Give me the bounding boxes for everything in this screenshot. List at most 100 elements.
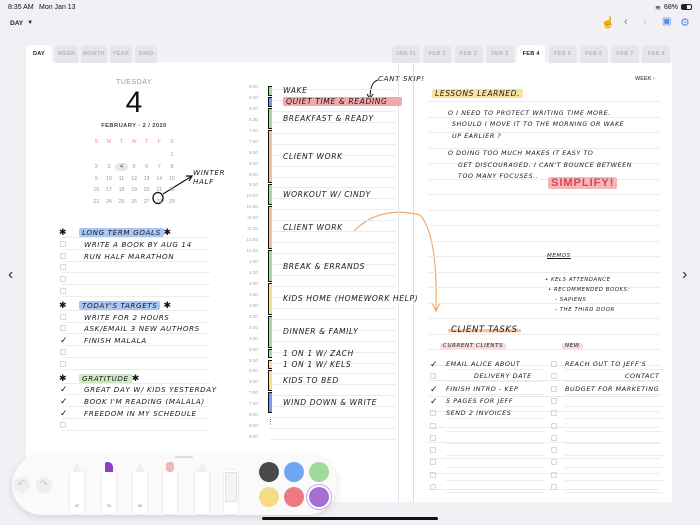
checkbox[interactable] <box>430 434 436 441</box>
event-label[interactable]: WIND DOWN & WRITE <box>283 398 377 407</box>
calendar-day[interactable]: 27 <box>140 198 153 206</box>
event-bar[interactable] <box>268 348 272 359</box>
event-bar[interactable] <box>268 250 272 282</box>
event-label[interactable]: 1 ON 1 W/ ZACH <box>283 349 354 358</box>
color-swatch[interactable] <box>259 487 279 507</box>
color-swatch[interactable] <box>284 487 304 507</box>
view-selector[interactable]: DAY ▼ <box>10 20 33 27</box>
previous-page-arrow-icon[interactable]: ‹ <box>8 266 13 284</box>
tab-day[interactable]: DAY <box>26 45 52 63</box>
date-tab[interactable]: FEB 4 <box>517 45 546 63</box>
calendar-day[interactable]: 6 <box>140 163 153 171</box>
event-bar[interactable] <box>268 315 272 348</box>
undo-icon[interactable]: ↶ <box>14 477 30 493</box>
color-swatch[interactable] <box>309 487 329 507</box>
event-bar[interactable] <box>268 282 272 315</box>
event-bar[interactable] <box>268 107 272 129</box>
checkbox[interactable] <box>60 288 66 294</box>
checkmark-icon[interactable]: ✓ <box>60 409 68 418</box>
checkmark-icon[interactable]: ✓ <box>60 385 68 394</box>
calendar-day[interactable]: 14 <box>153 175 166 183</box>
pen-tool[interactable]: 97 <box>70 462 84 514</box>
calendar-day[interactable]: 3 <box>103 163 116 171</box>
checkbox[interactable] <box>551 422 557 429</box>
checkbox[interactable] <box>430 484 436 490</box>
event-bar[interactable] <box>268 129 272 184</box>
calendar-day[interactable]: 19 <box>128 186 141 194</box>
checkbox[interactable] <box>60 252 66 259</box>
calendar-day[interactable]: 18 <box>115 186 128 194</box>
calendar-day[interactable]: 24 <box>103 198 116 206</box>
date-tab[interactable]: FEB 7 <box>611 45 640 63</box>
next-icon[interactable]: › <box>643 16 647 28</box>
checkbox[interactable] <box>60 325 66 332</box>
calendar-day[interactable]: 23 <box>90 198 103 206</box>
checkbox[interactable] <box>60 264 66 271</box>
checkbox[interactable] <box>60 349 66 355</box>
checkbox[interactable] <box>551 484 557 490</box>
touch-icon[interactable]: ☝ <box>601 16 615 29</box>
next-page-arrow-icon[interactable]: › <box>682 266 687 284</box>
event-bar[interactable] <box>268 86 272 96</box>
checkbox[interactable] <box>60 276 66 283</box>
calendar-day[interactable]: 16 <box>90 186 103 194</box>
date-tab[interactable]: FEB 3 <box>485 45 514 63</box>
calendar-day[interactable]: 22 <box>166 186 179 194</box>
date-tab[interactable]: FEB 5 <box>548 45 577 63</box>
checkbox[interactable] <box>551 361 557 367</box>
event-bar[interactable] <box>268 392 272 414</box>
event-bar[interactable] <box>268 206 272 250</box>
checkbox[interactable] <box>551 373 557 380</box>
checkmark-icon[interactable]: ✓ <box>60 397 68 406</box>
calendar-day[interactable]: 29 <box>166 198 179 206</box>
event-label[interactable]: CLIENT WORK <box>283 152 343 161</box>
tab-year[interactable]: YEAR <box>110 45 132 63</box>
redo-icon[interactable]: ↷ <box>36 477 52 493</box>
tab-grid[interactable]: GRID <box>135 45 157 63</box>
date-tab[interactable]: FEB 2 <box>454 45 483 63</box>
calendar-day[interactable]: 2 <box>90 163 103 171</box>
event-bar[interactable] <box>268 359 272 370</box>
event-label[interactable]: BREAK & ERRANDS <box>283 262 365 271</box>
eraser-tool[interactable] <box>163 462 177 514</box>
calendar-day[interactable]: 12 <box>128 175 141 183</box>
checkbox[interactable] <box>551 385 557 392</box>
calendar-day[interactable]: 13 <box>140 175 153 183</box>
calendar-day[interactable]: 11 <box>115 175 128 183</box>
ruler-tool[interactable] <box>224 470 238 514</box>
date-tab[interactable]: FEB 1 <box>423 45 452 63</box>
event-label[interactable]: BREAKFAST & READY <box>283 114 374 123</box>
checkbox[interactable] <box>551 471 557 478</box>
calendar-day[interactable]: 8 <box>166 163 179 171</box>
calendar-day[interactable]: 17 <box>103 186 116 194</box>
tab-month[interactable]: MONTH <box>81 45 107 63</box>
event-label[interactable]: WORKOUT W/ CINDY <box>283 190 371 199</box>
checkmark-icon[interactable]: ✓ <box>60 336 68 345</box>
calendar-day[interactable]: 20 <box>140 186 153 194</box>
previous-icon[interactable]: ‹ <box>624 16 628 28</box>
checkmark-icon[interactable]: ✓ <box>430 384 438 393</box>
checkbox[interactable] <box>430 422 436 429</box>
checkmark-icon[interactable]: ✓ <box>430 396 438 405</box>
checkbox[interactable] <box>60 313 66 320</box>
checkbox[interactable] <box>551 397 557 404</box>
calendar-day[interactable]: 25 <box>115 198 128 206</box>
color-swatch[interactable] <box>309 462 329 482</box>
event-bar[interactable] <box>268 96 272 107</box>
calendar-icon[interactable]: ▣ <box>662 16 671 27</box>
checkbox[interactable] <box>60 360 66 367</box>
calendar-day[interactable]: 4 <box>115 162 128 171</box>
calendar-day[interactable]: 7 <box>153 163 166 171</box>
event-label[interactable]: WAKE <box>283 86 308 95</box>
date-tab[interactable]: JAN 31 <box>392 45 420 63</box>
calendar-day[interactable]: 26 <box>128 198 141 206</box>
checkbox[interactable] <box>551 410 557 417</box>
checkbox[interactable] <box>551 447 557 454</box>
week-link[interactable]: WEEK › <box>635 76 655 82</box>
event-label[interactable]: 1 ON 1 W/ KELS <box>283 360 351 369</box>
event-label[interactable]: KIDS TO BED <box>283 376 339 385</box>
event-label[interactable]: CLIENT WORK <box>283 223 343 232</box>
checkbox[interactable] <box>430 471 436 478</box>
pencil-tool[interactable]: 50 <box>133 462 147 514</box>
calendar-day[interactable]: 10 <box>103 175 116 183</box>
